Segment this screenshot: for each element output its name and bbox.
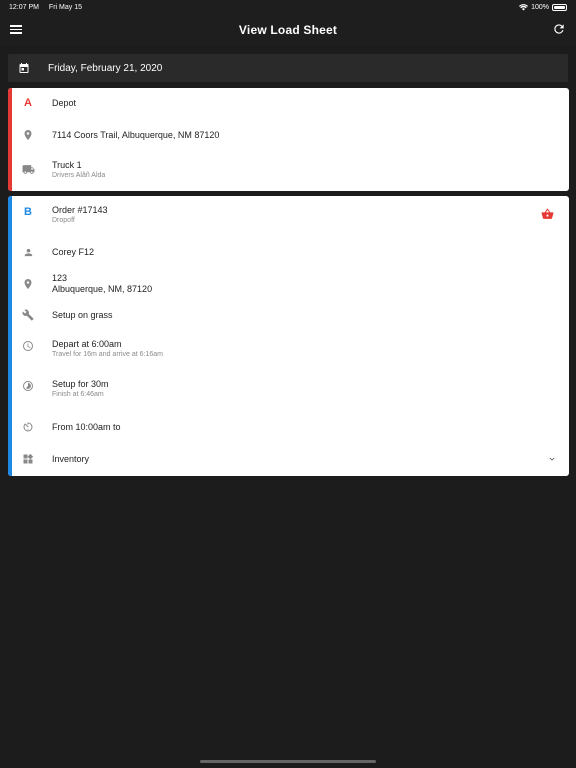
depot-address: 7114 Coors Trail, Albuquerque, NM 87120 [52, 129, 220, 140]
battery-percent: 100% [531, 3, 549, 11]
stop-letter-a: A [24, 97, 32, 109]
time-window: From 10:00am to [52, 421, 121, 432]
customer-name: Corey F12 [52, 246, 95, 257]
travel-info: Travel for 16m and arrive at 6:16am [52, 351, 164, 358]
status-time: 12:07 PM [9, 3, 39, 11]
depot-card[interactable]: A Depot 7114 Coors Trail, Albuquerque, N… [8, 88, 569, 191]
inventory-row[interactable]: Inventory [8, 452, 569, 466]
selected-date: Friday, February 21, 2020 [48, 62, 163, 74]
customer-row: Corey F12 [8, 245, 569, 259]
menu-icon[interactable] [10, 23, 22, 37]
depot-vehicle-row: Truck 1 Drivers Alâñ Alda [8, 158, 569, 182]
order-accent-stripe [8, 196, 12, 476]
calendar-icon [18, 62, 30, 74]
page-title: View Load Sheet [238, 23, 338, 37]
status-date: Fri May 15 [48, 3, 82, 11]
basket-icon[interactable] [541, 208, 554, 220]
wrench-icon [21, 308, 35, 322]
vehicle-name: Truck 1 [52, 159, 82, 170]
app-bar: View Load Sheet [0, 14, 576, 46]
order-type: Dropoff [52, 217, 75, 224]
location-pin-icon [21, 128, 35, 142]
setup-surface: Setup on grass [52, 309, 113, 320]
order-title-row: B Order #17143 Dropoff [8, 205, 569, 227]
depot-address-row: 7114 Coors Trail, Albuquerque, NM 87120 [8, 128, 569, 142]
clock-icon [21, 339, 35, 353]
refresh-icon[interactable] [552, 22, 566, 36]
depart-row: Depart at 6:00am Travel for 16m and arri… [8, 339, 569, 361]
timelapse-icon [21, 379, 35, 393]
time-window-row: From 10:00am to [8, 420, 569, 434]
person-icon [21, 245, 35, 259]
order-card[interactable]: B Order #17143 Dropoff Corey F12 123 Alb… [8, 196, 569, 476]
date-selector[interactable]: Friday, February 21, 2020 [8, 54, 568, 82]
timer-icon [21, 420, 35, 434]
truck-icon [21, 162, 35, 176]
depot-title-row: A Depot [8, 96, 569, 110]
location-pin-icon [21, 277, 35, 291]
setup-duration-row: Setup for 30m Finish at 6:46am [8, 379, 569, 401]
home-indicator [200, 760, 376, 763]
order-address-row: 123 Albuquerque, NM, 87120 [8, 272, 569, 296]
depot-title: Depot [52, 97, 77, 108]
setup-surface-row: Setup on grass [8, 308, 569, 322]
depart-time: Depart at 6:00am [52, 339, 122, 349]
chevron-down-icon[interactable] [547, 454, 557, 464]
order-number: Order #17143 [52, 205, 108, 215]
stop-letter-b: B [24, 206, 32, 218]
setup-duration: Setup for 30m [52, 379, 109, 389]
address-line-2: Albuquerque, NM, 87120 [52, 284, 153, 294]
inventory-label: Inventory [52, 453, 90, 464]
widgets-icon [21, 452, 35, 466]
vehicle-drivers: Drivers Alâñ Alda [52, 171, 106, 179]
finish-time: Finish at 6:46am [52, 391, 104, 398]
status-bar: 12:07 PM Fri May 15 100% [0, 0, 576, 14]
address-line-1: 123 [52, 273, 68, 283]
battery-icon [552, 3, 567, 11]
wifi-icon [519, 3, 529, 11]
